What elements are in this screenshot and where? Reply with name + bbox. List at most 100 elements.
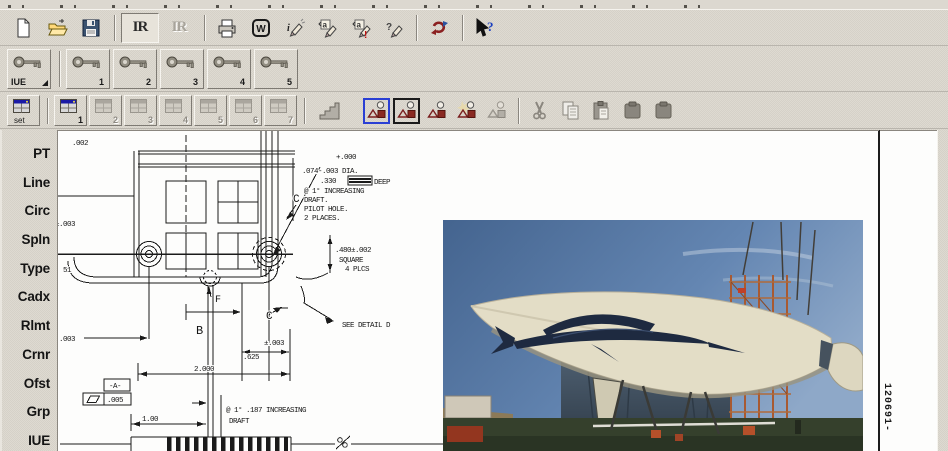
window-number-label: 5 (217, 115, 223, 125)
key-icon (119, 56, 147, 68)
refresh-arrows-icon (431, 20, 448, 35)
key-number-label: 5 (286, 77, 292, 87)
markup-shapes-all-button[interactable] (363, 97, 390, 124)
sheet-right-border (879, 130, 880, 451)
small-building (444, 395, 492, 419)
sidebar-item-ofst[interactable]: Ofst (2, 376, 57, 391)
window-2-button[interactable]: 2 (89, 95, 122, 126)
markup-shapes-framed-button[interactable] (393, 97, 420, 124)
drawing-label: .625 (243, 354, 260, 362)
shapes-disabled-icon (487, 101, 506, 118)
window-number-label: 6 (252, 115, 258, 125)
window-7-button[interactable]: 7 (264, 95, 297, 126)
svg-text:a: a (323, 20, 328, 29)
paste-button[interactable] (587, 97, 615, 124)
save-button[interactable] (75, 13, 107, 43)
key-3-button[interactable]: 3 (160, 49, 204, 89)
drawing-label: B (196, 324, 203, 338)
window-5-button[interactable]: 5 (194, 95, 227, 126)
toolbar-separator (462, 14, 464, 41)
new-button[interactable] (7, 13, 39, 43)
paste-link-button[interactable] (649, 97, 677, 124)
window-disabled-icon (130, 99, 147, 113)
pencil-query-icon: ? (386, 22, 403, 38)
drawing-label: .330 (320, 178, 337, 186)
yacht-hull-photo (443, 220, 863, 451)
pencil-info-icon: i (287, 18, 306, 37)
sidebar-item-pt[interactable]: PT (2, 146, 57, 161)
stairs-icon (319, 102, 340, 119)
sidebar-item-line[interactable]: Line (2, 175, 57, 190)
key-number-label: 3 (192, 77, 198, 87)
w-window-button[interactable]: W (245, 13, 277, 43)
annotate-query-button[interactable]: ? (381, 13, 409, 43)
window-4-button[interactable]: 4 (159, 95, 192, 126)
window-number-label: 7 (287, 115, 293, 125)
ir-letters-icon: IR (132, 19, 149, 35)
window-right-edge (937, 130, 948, 451)
sidebar-item-iue[interactable]: IUE (2, 433, 57, 448)
svg-text:!: ! (364, 30, 367, 39)
ir-markup-off-button[interactable]: IR (161, 13, 197, 43)
sidebar-item-rlmt[interactable]: Rlmt (2, 318, 57, 333)
drawing-label: 2 PLACES. (304, 215, 340, 223)
annotate-info-button[interactable]: i (279, 13, 311, 43)
window-number-label: 3 (147, 115, 153, 125)
toolbar-separator (304, 97, 306, 124)
drawing-label: .002 (72, 140, 88, 148)
key-number-label: 1 (98, 77, 104, 87)
open-button[interactable] (41, 13, 73, 43)
key-5-button[interactable]: 5 (254, 49, 298, 89)
key-1-button[interactable]: 1 (66, 49, 110, 89)
sidebar-item-type[interactable]: Type (2, 261, 57, 276)
key-iue-button[interactable]: IUE (7, 49, 51, 89)
svg-text:?: ? (487, 19, 494, 34)
drawing-label: ±.003 (264, 340, 285, 348)
drawing-label: C (266, 311, 273, 323)
cascade-button[interactable] (311, 96, 347, 126)
key-icon (166, 56, 194, 68)
sidebar-item-circ[interactable]: Circ (2, 203, 57, 218)
annotate-fetch-alert-button[interactable]: a! (347, 13, 379, 43)
drawing-label: 4 PLCS (345, 266, 370, 274)
shapes-triangle-square-circle-icon (427, 101, 446, 118)
key-2-button[interactable]: 2 (113, 49, 157, 89)
window-set-button[interactable]: set (7, 95, 40, 126)
toolbar-windows: set 1 2 3 4 5 6 7 (0, 93, 948, 129)
command-sidebar: PT Line Circ Spln Type Cadx Rlmt Crnr Of… (0, 130, 57, 451)
paste-special-button[interactable] (618, 97, 646, 124)
ir-markup-on-button[interactable]: IR (121, 12, 159, 43)
window-6-button[interactable]: 6 (229, 95, 262, 126)
refresh-button[interactable] (423, 13, 455, 43)
window-icon (60, 99, 77, 113)
sidebar-item-crnr[interactable]: Crnr (2, 347, 57, 362)
markup-shapes-new-button[interactable] (453, 98, 480, 124)
technical-drawing: .002 ±.003 51 .003 B C C F +.000 .074-.003 DIA. .3… (58, 131, 458, 451)
markup-shapes-plain-button[interactable] (423, 98, 450, 124)
svg-text:a: a (357, 20, 362, 29)
sidebar-item-grp[interactable]: Grp (2, 404, 57, 419)
copy-button[interactable] (556, 97, 584, 124)
context-help-button[interactable]: ? (469, 13, 501, 43)
annotate-fetch-button[interactable]: a (313, 13, 345, 43)
drawing-label: C (293, 194, 300, 206)
key-4-button[interactable]: 4 (207, 49, 251, 89)
menubar-clipped[interactable] (0, 0, 948, 10)
drawing-label: SEE DETAIL D (342, 322, 391, 330)
window-1-button[interactable]: 1 (54, 95, 87, 126)
drawing-label: 2.000 (194, 366, 215, 374)
markup-shapes-disabled-button[interactable] (483, 98, 510, 124)
drawing-label: PILOT HOLE. (304, 206, 348, 214)
print-button[interactable] (211, 13, 243, 43)
shapes-triangle-square-circle-icon (367, 101, 386, 118)
sidebar-item-cadx[interactable]: Cadx (2, 289, 57, 304)
clipboard-dark-icon (655, 101, 671, 119)
window-disabled-icon (95, 99, 112, 113)
window-3-button[interactable]: 3 (124, 95, 157, 126)
drawing-canvas[interactable]: .002 ±.003 51 .003 B C C F +.000 .074-.003 DIA. .3… (57, 130, 937, 451)
scissors-icon (533, 101, 546, 120)
window-disabled-icon (235, 99, 252, 113)
dimension-arrowheads (132, 212, 334, 427)
sidebar-item-spln[interactable]: Spln (2, 232, 57, 247)
cut-button[interactable] (525, 97, 553, 124)
